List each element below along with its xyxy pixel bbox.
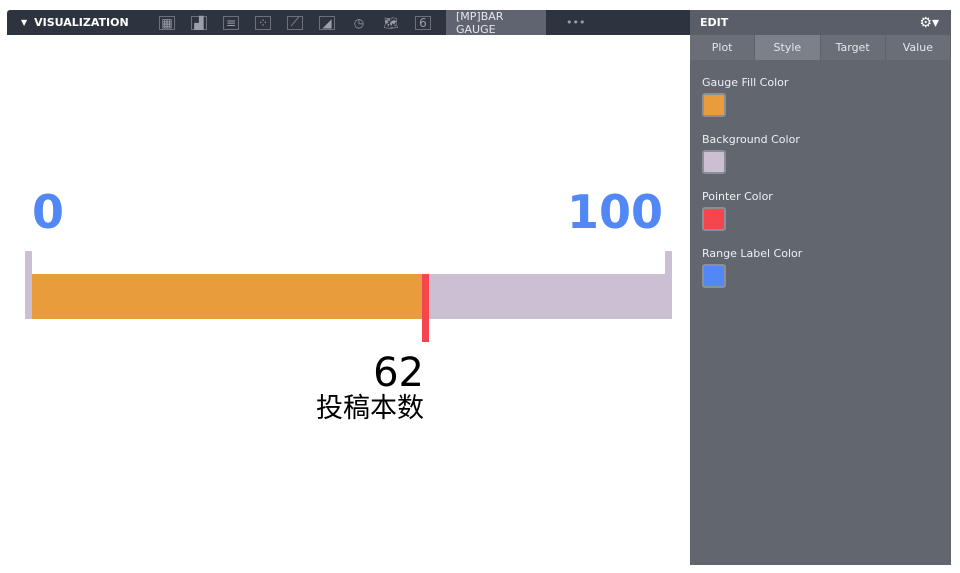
gauge-fill bbox=[32, 274, 422, 319]
color-swatch[interactable] bbox=[702, 207, 726, 231]
map-icon[interactable]: 🗺 bbox=[383, 16, 399, 30]
range-min-label: 0 bbox=[32, 185, 65, 239]
table-icon[interactable]: ▦ bbox=[159, 15, 175, 30]
color-field: Range Label Color bbox=[702, 247, 951, 288]
color-field: Background Color bbox=[702, 133, 951, 174]
gauge-min-tick bbox=[25, 251, 32, 319]
pie-chart-icon[interactable]: ◷ bbox=[351, 16, 367, 30]
tab-bar-gauge[interactable]: [MP]BAR GAUGE bbox=[446, 10, 546, 36]
toolbar-title: VISUALIZATION bbox=[34, 16, 129, 29]
tab-style[interactable]: Style bbox=[755, 35, 821, 60]
edit-panel-header: EDIT ⚙▾ bbox=[690, 10, 951, 35]
visualization-toolbar: ▼ VISUALIZATION ▦ ▟ ≡ ⁘ ⟋ ◢ ◷ 🗺 6 [MP]BAR… bbox=[7, 10, 690, 36]
tab-target[interactable]: Target bbox=[820, 35, 886, 60]
line-chart-icon[interactable]: ⟋ bbox=[287, 15, 303, 30]
scatter-icon[interactable]: ⁘ bbox=[255, 15, 271, 30]
color-field: Gauge Fill Color bbox=[702, 76, 951, 117]
edit-title: EDIT bbox=[700, 16, 729, 29]
single-value-icon[interactable]: 6 bbox=[415, 15, 431, 30]
more-icon[interactable]: ••• bbox=[566, 16, 585, 29]
field-label: Gauge Fill Color bbox=[702, 76, 789, 89]
gauge-value: 62 bbox=[373, 350, 424, 396]
gauge-max-tick bbox=[665, 251, 672, 274]
tab-plot[interactable]: Plot bbox=[690, 35, 756, 60]
area-chart-icon[interactable]: ◢ bbox=[319, 15, 335, 30]
field-label: Range Label Color bbox=[702, 247, 803, 260]
color-swatch[interactable] bbox=[702, 264, 726, 288]
edit-panel: EDIT ⚙▾ Plot Style Target Value Gauge Fil… bbox=[690, 10, 951, 565]
field-label: Background Color bbox=[702, 133, 800, 146]
range-max-label: 100 bbox=[566, 185, 663, 239]
visualization-toggle[interactable]: ▼ VISUALIZATION bbox=[21, 16, 151, 29]
gauge-label: 投稿本数 bbox=[316, 393, 424, 424]
field-label: Pointer Color bbox=[702, 190, 773, 203]
color-swatch[interactable] bbox=[702, 93, 726, 117]
gauge-pointer bbox=[421, 274, 429, 342]
bar-chart-icon[interactable]: ≡ bbox=[223, 15, 239, 30]
color-field: Pointer Color bbox=[702, 190, 951, 231]
color-swatch[interactable] bbox=[702, 150, 726, 174]
gear-icon[interactable]: ⚙▾ bbox=[919, 15, 939, 31]
caret-down-icon: ▼ bbox=[21, 18, 28, 27]
column-chart-icon[interactable]: ▟ bbox=[191, 15, 207, 30]
tab-value[interactable]: Value bbox=[885, 35, 951, 60]
